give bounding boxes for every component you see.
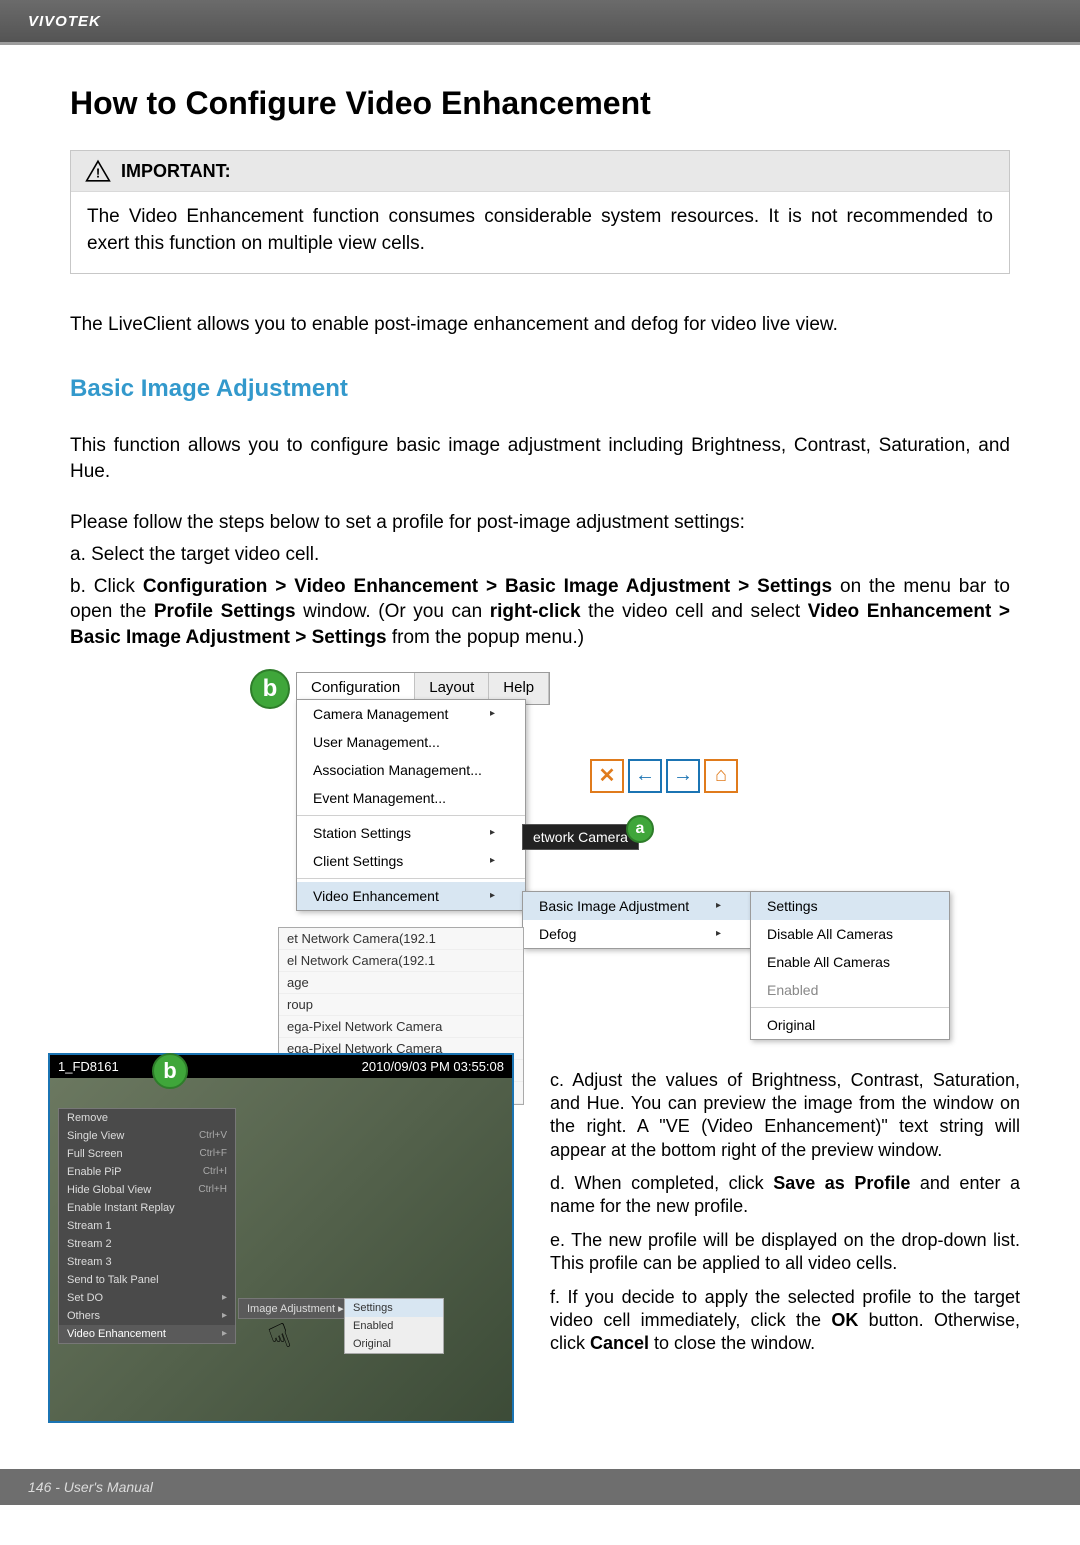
video-cell-timestamp: 2010/09/03 PM 03:55:08 [362,1059,504,1074]
menu-settings[interactable]: Settings [751,892,949,920]
dropdown-video-enhancement: Basic Image Adjustment▸ Defog▸ [522,891,752,949]
context-menu: Remove Single ViewCtrl+V Full ScreenCtrl… [58,1108,236,1344]
forward-icon[interactable]: → [666,759,700,793]
menu-client-settings[interactable]: Client Settings▸ [297,847,525,875]
ctx-set-do[interactable]: Set DO▸ [59,1289,235,1307]
callout-a-marker: a [626,815,654,843]
back-icon[interactable]: ← [628,759,662,793]
home-icon[interactable]: ⌂ [704,759,738,793]
ctx-others[interactable]: Others▸ [59,1307,235,1325]
menu-basic-image-adjustment[interactable]: Basic Image Adjustment▸ [523,892,751,920]
important-heading-text: IMPORTANT: [121,161,231,182]
menu-camera-management[interactable]: Camera Management▸ [297,700,525,728]
chevron-right-icon: ▸ [716,928,721,939]
svg-text:!: ! [96,166,100,181]
ctx-enable-pip[interactable]: Enable PiPCtrl+I [59,1163,235,1181]
ctx-stream-2[interactable]: Stream 2 [59,1235,235,1253]
important-heading: ! IMPORTANT: [71,151,1009,191]
menu-enabled[interactable]: Enabled [751,976,949,1004]
menu-video-enhancement[interactable]: Video Enhancement▸ [297,882,525,910]
callout-b-marker-2: b [152,1053,188,1089]
camera-list-row[interactable]: roup [279,994,523,1016]
ctx-stream-1[interactable]: Stream 1 [59,1217,235,1235]
close-icon[interactable]: ✕ [590,759,624,793]
page-footer: 146 - User's Manual [0,1469,1080,1505]
steps-intro: Please follow the steps below to set a p… [70,512,1010,534]
chevron-right-icon: ▸ [716,900,721,911]
important-callout: ! IMPORTANT: The Video Enhancement funct… [70,150,1010,274]
chevron-right-icon: ▸ [490,855,495,866]
callout-b-marker: b [250,669,290,709]
paragraph-1: This function allows you to configure ba… [70,433,1010,486]
step-f: f. If you decide to apply the selected p… [550,1286,1020,1356]
steps-list: a. Select the target video cell. b. Clic… [70,542,1010,651]
video-cell-screenshot: 1_FD8161 2010/09/03 PM 03:55:08 Remove S… [48,1053,514,1423]
camera-list-row[interactable]: et Network Camera(192.1 [279,928,523,950]
ctx-original[interactable]: Original [345,1335,443,1353]
menu-user-management[interactable]: User Management... [297,728,525,756]
ctx-video-enhancement[interactable]: Video Enhancement▸ [59,1325,235,1343]
menu-separator [751,1007,949,1008]
camera-list-row[interactable]: ega-Pixel Network Camera [279,1016,523,1038]
video-cell-id: 1_FD8161 [58,1059,119,1074]
brand-text: VIVOTEK [28,13,101,30]
menu-disable-all-cameras[interactable]: Disable All Cameras [751,920,949,948]
right-steps: c. Adjust the values of Brightness, Cont… [550,1069,1020,1366]
menu-defog[interactable]: Defog▸ [523,920,751,948]
ctx-enabled[interactable]: Enabled [345,1317,443,1335]
step-c: c. Adjust the values of Brightness, Cont… [550,1069,1020,1163]
step-a: a. Select the target video cell. [70,542,1010,568]
menu-separator [297,878,525,879]
step-e: e. The new profile will be displayed on … [550,1229,1020,1276]
menu-station-settings[interactable]: Station Settings▸ [297,819,525,847]
menu-separator [297,815,525,816]
page-header: VIVOTEK [0,0,1080,42]
ctx-full-screen[interactable]: Full ScreenCtrl+F [59,1145,235,1163]
chevron-right-icon: ▸ [490,708,495,719]
cursor-hand-icon: ☟ [264,1315,297,1360]
warning-icon: ! [85,159,111,183]
video-cell-titlebar: 1_FD8161 2010/09/03 PM 03:55:08 [50,1055,512,1078]
ctx-settings[interactable]: Settings [345,1299,443,1317]
camera-list-row[interactable]: age [279,972,523,994]
intro-paragraph: The LiveClient allows you to enable post… [70,312,1010,339]
ctx-hide-global-view[interactable]: Hide Global ViewCtrl+H [59,1181,235,1199]
header-divider [0,42,1080,45]
dropdown-basic-image-adjustment: Settings Disable All Cameras Enable All … [750,891,950,1040]
dropdown-configuration: Camera Management▸ User Management... As… [296,699,526,911]
ctx-enable-instant-replay[interactable]: Enable Instant Replay [59,1199,235,1217]
camera-title-bar: etwork Camera [522,824,639,850]
page-title: How to Configure Video Enhancement [70,85,1010,122]
menu-association-management[interactable]: Association Management... [297,756,525,784]
important-body: The Video Enhancement function consumes … [71,191,1009,273]
ctx-send-to-talk-panel[interactable]: Send to Talk Panel [59,1271,235,1289]
ctx-remove[interactable]: Remove [59,1109,235,1127]
section-heading: Basic Image Adjustment [70,375,1010,403]
ctx-stream-3[interactable]: Stream 3 [59,1253,235,1271]
camera-list-row[interactable]: el Network Camera(192.1 [279,950,523,972]
nav-icons: ✕ ← → ⌂ [590,759,738,793]
menu-enable-all-cameras[interactable]: Enable All Cameras [751,948,949,976]
menu-event-management[interactable]: Event Management... [297,784,525,812]
menu-original[interactable]: Original [751,1011,949,1039]
ctx-single-view[interactable]: Single ViewCtrl+V [59,1127,235,1145]
chevron-right-icon: ▸ [490,890,495,901]
context-submenu-2: Settings Enabled Original [344,1298,444,1354]
video-cell-body[interactable]: Remove Single ViewCtrl+V Full ScreenCtrl… [50,1078,512,1423]
chevron-right-icon: ▸ [490,827,495,838]
figure-area: b Configuration Layout Help Camera Manag… [70,669,1010,1429]
step-b: b. Click Configuration > Video Enhanceme… [70,574,1010,651]
step-d: d. When completed, click Save as Profile… [550,1172,1020,1219]
